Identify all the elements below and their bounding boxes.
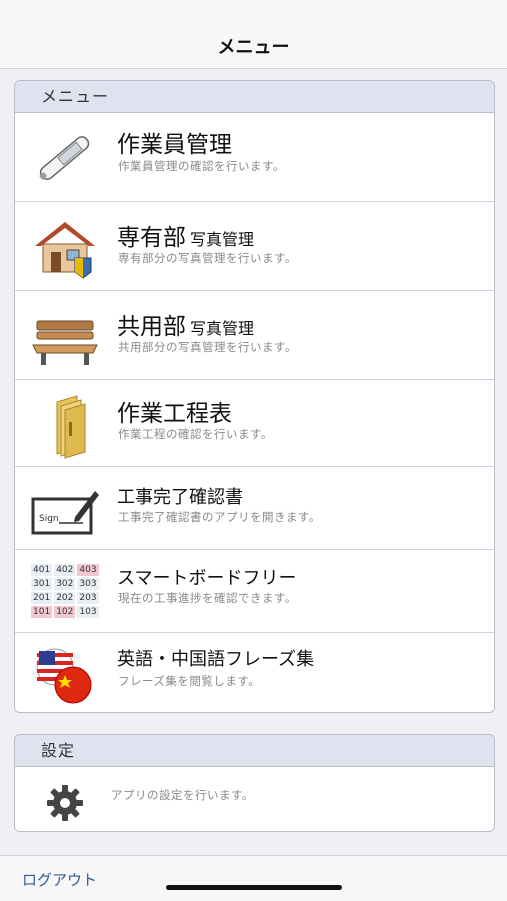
menu-item-title: 作業工程表 — [117, 401, 232, 427]
menu-item-subtitle: 専有部分の写真管理を行います。 — [118, 251, 297, 265]
room-cell: 301 — [31, 578, 53, 590]
menu-item-subtitle: 現在の工事進捗を確認できます。 — [118, 591, 297, 605]
menu-item-worker-management[interactable]: 作業員管理 作業員管理の確認を行います。 — [15, 113, 494, 202]
room-cell: 202 — [54, 592, 76, 604]
menu-item-subtitle: 作業員管理の確認を行います。 — [118, 159, 285, 173]
settings-subtitle: アプリの設定を行います。 — [111, 788, 254, 802]
bench-icon — [32, 320, 98, 365]
room-cell: 401 — [31, 564, 53, 576]
menu-item-title: 英語・中国語フレーズ集 — [117, 649, 315, 670]
home-indicator[interactable] — [166, 885, 342, 890]
room-cell: 102 — [54, 606, 76, 618]
menu-section-header: メニュー — [15, 81, 494, 113]
page-title: メニュー — [217, 37, 290, 58]
menu-item-title: 作業員管理 — [117, 132, 232, 158]
navigation-bar: メニュー — [0, 0, 507, 69]
room-grid-icon: 401 402 403 301 302 303 201 202 203 101 … — [29, 562, 101, 620]
menu-item-title: 専有部 写真管理 — [117, 225, 255, 251]
menu-item-title: スマートボードフリー — [117, 568, 297, 589]
room-cell: 101 — [31, 606, 53, 618]
menu-item-smart-board-free[interactable]: 401 402 403 301 302 303 201 202 203 101 … — [15, 550, 494, 633]
settings-item[interactable]: アプリの設定を行います。 — [15, 767, 494, 831]
menu-item-subtitle: フレーズ集を閲覧します。 — [118, 674, 261, 688]
svg-text:Sign: Sign — [39, 514, 59, 524]
room-cell: 203 — [77, 592, 99, 604]
room-cell: 303 — [77, 578, 99, 590]
bottom-toolbar: ログアウト — [0, 855, 507, 901]
menu-item-title: 工事完了確認書 — [117, 487, 243, 508]
menu-item-subtitle: 作業工程の確認を行います。 — [118, 427, 273, 441]
room-cell: 403 — [77, 564, 99, 576]
menu-section: メニュー 作業員管理 作業員管理の確認を行います。 専有部 写真管理 専有部分の写 — [14, 80, 495, 713]
settings-section: 設定 アプリの設定を行います。 — [14, 734, 495, 832]
room-cell: 302 — [54, 578, 76, 590]
gear-icon — [47, 785, 83, 821]
house-icon — [35, 222, 95, 279]
room-cell: 402 — [54, 564, 76, 576]
menu-item-common-area-photos[interactable]: 共用部 写真管理 共用部分の写真管理を行います。 — [15, 291, 494, 380]
menu-item-subtitle: 工事完了確認書のアプリを開きます。 — [118, 510, 321, 524]
room-cell: 103 — [77, 606, 99, 618]
menu-item-subtitle: 共用部分の写真管理を行います。 — [118, 340, 297, 354]
settings-section-header: 設定 — [15, 735, 494, 767]
thermometer-icon — [39, 136, 90, 180]
menu-item-phrase-book[interactable]: 英語・中国語フレーズ集 フレーズ集を閲覧します。 — [15, 633, 494, 712]
logout-button[interactable]: ログアウト — [22, 869, 97, 890]
flags-icon — [36, 648, 92, 704]
room-cell: 201 — [31, 592, 53, 604]
folder-icon — [56, 395, 86, 459]
menu-item-private-area-photos[interactable]: 専有部 写真管理 専有部分の写真管理を行います。 — [15, 202, 494, 291]
sign-icon: Sign — [31, 491, 99, 535]
menu-item-completion-certificate[interactable]: Sign 工事完了確認書 工事完了確認書のアプリを開きます。 — [15, 467, 494, 550]
menu-item-work-schedule[interactable]: 作業工程表 作業工程の確認を行います。 — [15, 380, 494, 467]
menu-item-title: 共用部 写真管理 — [117, 314, 255, 340]
